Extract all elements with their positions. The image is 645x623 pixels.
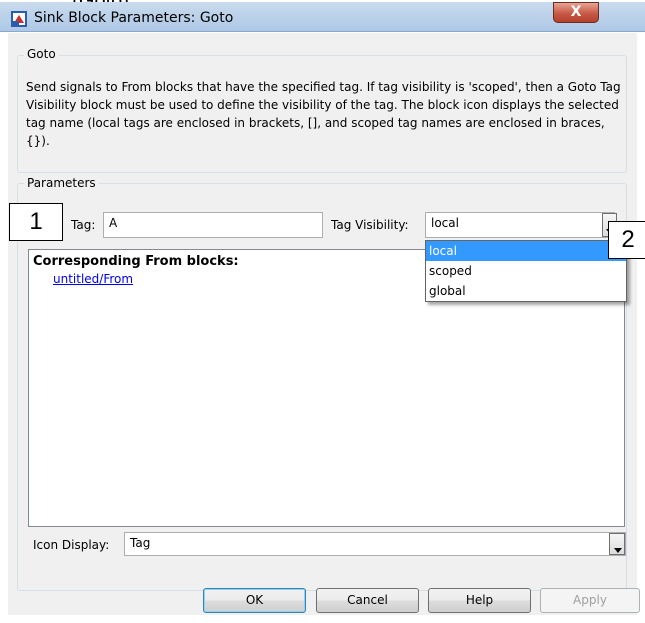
callout-2: 2 bbox=[608, 221, 645, 259]
window-title: Sink Block Parameters: Goto bbox=[34, 10, 234, 26]
parameters-group-label: Parameters bbox=[24, 176, 99, 190]
close-icon: X bbox=[570, 4, 582, 20]
callout-1: 1 bbox=[9, 203, 63, 241]
corresponding-heading: Corresponding From blocks: bbox=[33, 254, 239, 269]
chevron-down-icon bbox=[614, 542, 622, 557]
title-bar[interactable]: Sink Block Parameters: Goto X bbox=[0, 2, 645, 32]
goto-group-label: Goto bbox=[24, 47, 59, 61]
tag-label: Tag: bbox=[71, 218, 96, 232]
icon-display-value: Tag bbox=[130, 536, 151, 550]
ok-button[interactable]: OK bbox=[203, 588, 306, 613]
tag-input-value: A bbox=[109, 216, 118, 230]
simulink-block-icon bbox=[11, 11, 27, 27]
help-button[interactable]: Help bbox=[428, 588, 531, 613]
tag-input[interactable]: A bbox=[103, 212, 323, 238]
tag-visibility-label: Tag Visibility: bbox=[331, 218, 409, 232]
option-scoped[interactable]: scoped bbox=[426, 261, 626, 281]
close-button[interactable]: X bbox=[553, 2, 599, 23]
tag-visibility-select[interactable]: local bbox=[425, 212, 615, 238]
icon-display-label: Icon Display: bbox=[33, 538, 110, 552]
option-local[interactable]: local bbox=[426, 241, 626, 261]
apply-button[interactable]: Apply bbox=[540, 588, 640, 613]
icon-display-select[interactable]: Tag bbox=[124, 532, 626, 556]
cancel-button[interactable]: Cancel bbox=[316, 588, 419, 613]
icon-display-dropdown-button[interactable] bbox=[609, 533, 625, 555]
from-block-link[interactable]: untitled/From bbox=[53, 272, 133, 286]
tag-visibility-options-list: local scoped global bbox=[425, 240, 627, 302]
goto-description: Send signals to From blocks that have th… bbox=[26, 80, 621, 148]
tag-visibility-value: local bbox=[431, 216, 459, 230]
option-global[interactable]: global bbox=[426, 281, 626, 301]
